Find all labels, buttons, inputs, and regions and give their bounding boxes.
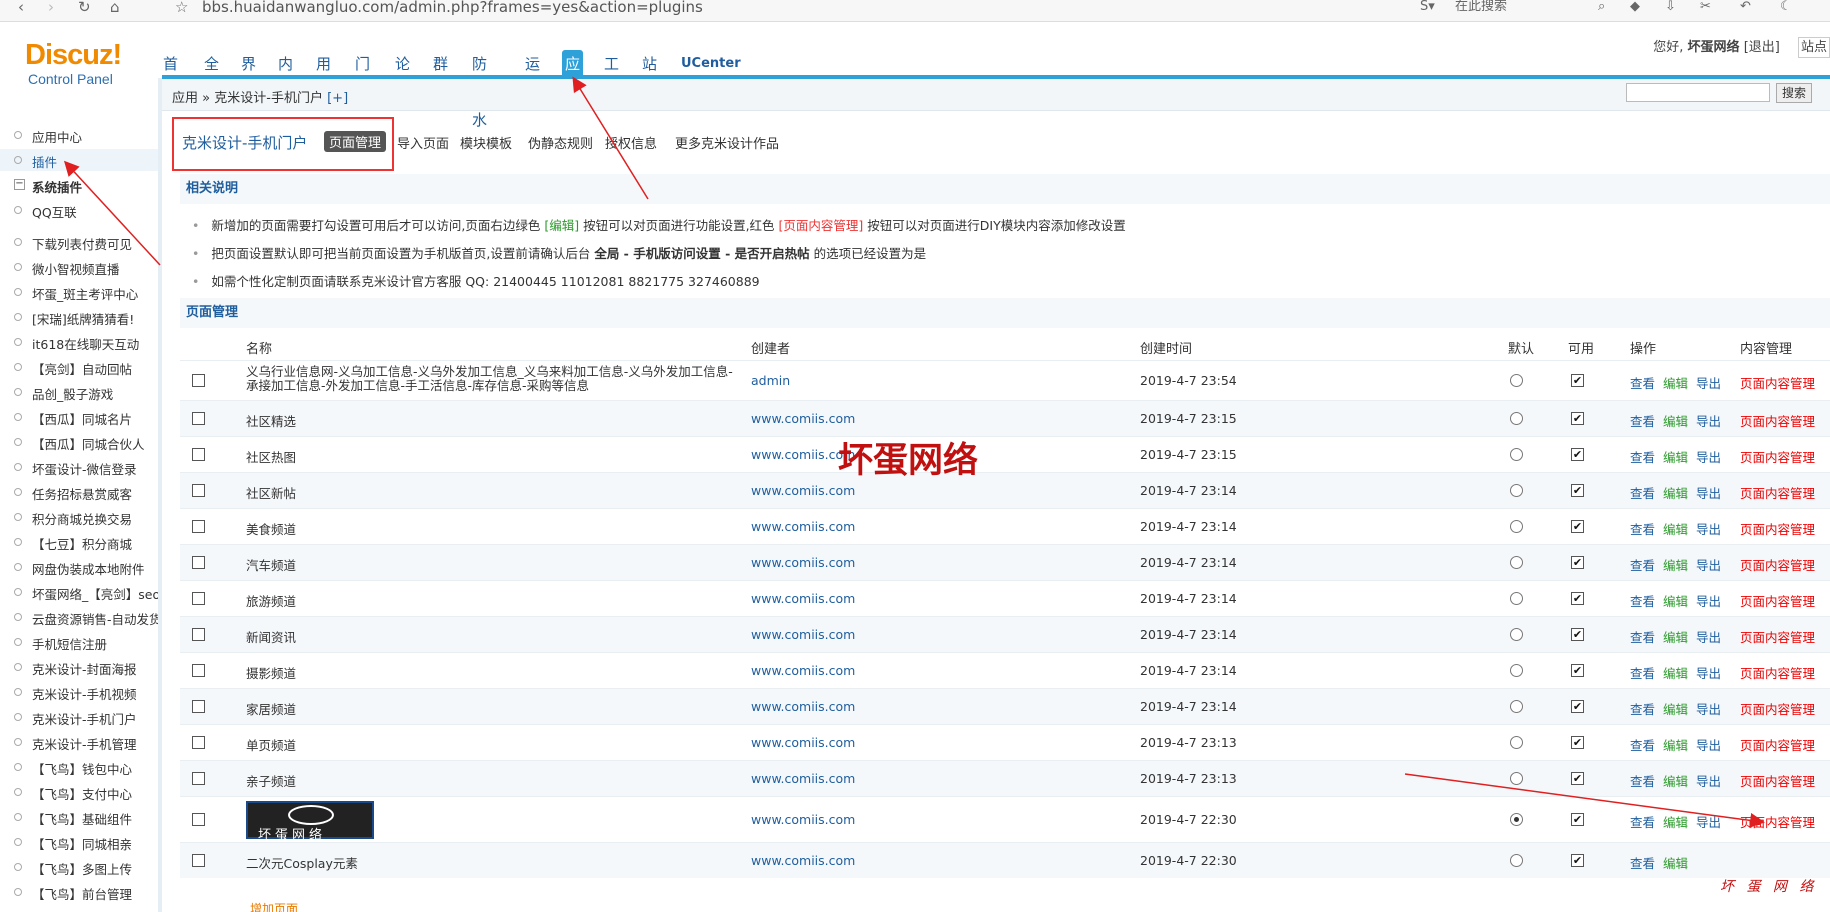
admin-window: ‹ › ↻ ⌂ ☆ bbs.huaidanwangluo.com/admin.p… [0, 0, 1830, 912]
arrow-to-app-tab [572, 76, 649, 200]
annotation-arrows [63, 76, 1765, 828]
arrow-to-plugins [63, 160, 161, 266]
arrow-to-content-manage [1404, 773, 1765, 828]
